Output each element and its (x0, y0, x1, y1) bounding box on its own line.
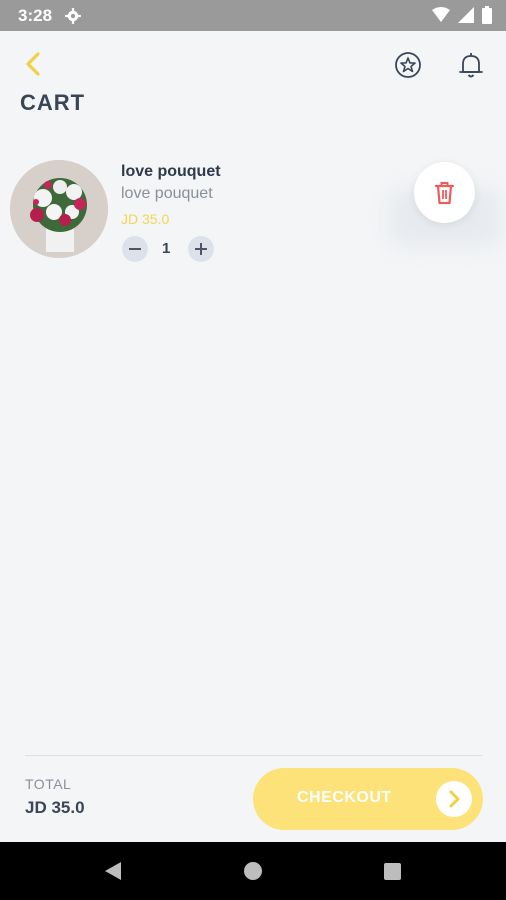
footer-divider (25, 755, 482, 756)
item-subtitle: love pouquet (121, 185, 213, 202)
item-name: love pouquet (121, 163, 221, 180)
bouquet-image (10, 160, 108, 258)
nav-back-icon[interactable] (103, 861, 123, 881)
page-title: CART (20, 90, 86, 115)
favorites-star-icon[interactable] (393, 50, 423, 80)
checkout-button[interactable]: CHECKOUT (253, 768, 483, 830)
status-icons (432, 6, 492, 24)
status-bar: 3:28 (0, 0, 506, 31)
quantity-value: 1 (162, 240, 171, 257)
signal-icon (458, 7, 474, 23)
quantity-decrease-button[interactable] (122, 236, 148, 262)
item-price: JD 35.0 (121, 211, 170, 227)
nav-recents-icon[interactable] (384, 863, 401, 880)
checkout-label: CHECKOUT (297, 789, 392, 806)
system-navigation-bar (0, 842, 506, 900)
delete-item-button[interactable] (414, 162, 475, 223)
trash-icon (434, 182, 455, 205)
battery-icon (482, 6, 492, 24)
status-time: 3:28 (18, 6, 53, 25)
back-arrow-icon[interactable] (20, 50, 48, 78)
notification-bell-icon[interactable] (456, 50, 486, 80)
quantity-increase-button[interactable] (188, 236, 214, 262)
chevron-right-icon (436, 781, 472, 817)
nav-home-icon[interactable] (244, 862, 262, 880)
total-label: TOTAL (25, 776, 72, 792)
wifi-icon (432, 7, 450, 22)
total-value: JD 35.0 (25, 798, 85, 817)
settings-gear-icon (65, 8, 81, 24)
cart-item: love pouquet love pouquet JD 35.0 1 (0, 155, 506, 275)
